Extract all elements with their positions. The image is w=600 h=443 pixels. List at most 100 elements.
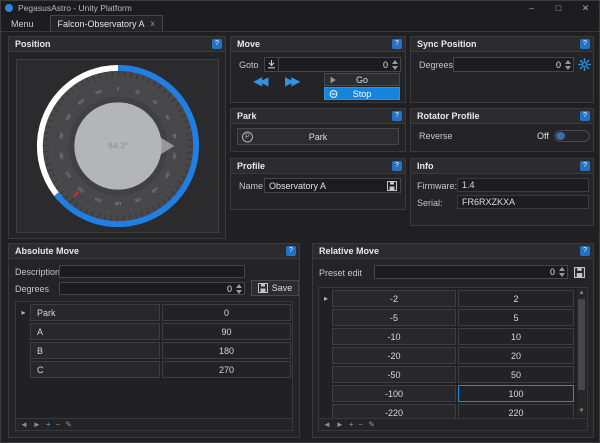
- go-label: Go: [355, 74, 368, 85]
- nav-add-icon[interactable]: +: [349, 420, 354, 429]
- vertical-scrollbar[interactable]: ▲ ▼: [577, 289, 586, 416]
- relative-move-header: Relative Move ?: [313, 244, 593, 259]
- preset-save-icon[interactable]: [574, 267, 585, 278]
- preset-name-cell[interactable]: B: [30, 342, 160, 359]
- help-icon[interactable]: ?: [580, 246, 590, 256]
- description-label: Description: [15, 267, 61, 277]
- nav-add-icon[interactable]: +: [46, 420, 51, 429]
- go-button[interactable]: Go: [324, 73, 400, 86]
- firmware-value: 1.4: [462, 180, 475, 190]
- abs-degrees-input[interactable]: 0: [59, 282, 245, 295]
- profile-name-input[interactable]: Observatory A: [264, 178, 401, 193]
- park-button[interactable]: P Park: [237, 128, 399, 145]
- abs-degrees-spinner[interactable]: [236, 283, 242, 294]
- preset-value-cell[interactable]: 0: [162, 304, 291, 321]
- table-row[interactable]: A 90: [17, 323, 291, 340]
- goto-input[interactable]: 0: [264, 57, 401, 72]
- absolute-presets-table: ▸ Park 0 A 90 B 180 C 270 ◄ ► + − ✎: [15, 301, 293, 431]
- application-window: PegasusAstro - Unity Platform – □ ✕ Menu…: [0, 0, 600, 443]
- table-row[interactable]: C 270: [17, 361, 291, 378]
- preset-name-cell[interactable]: C: [30, 361, 160, 378]
- relative-neg-cell[interactable]: -50: [332, 366, 456, 383]
- tab-menu[interactable]: Menu: [1, 16, 44, 31]
- help-icon[interactable]: ?: [212, 39, 222, 49]
- relative-pos-cell[interactable]: 20: [458, 347, 574, 364]
- relative-pos-cell[interactable]: 50: [458, 366, 574, 383]
- stop-button[interactable]: Stop: [324, 87, 400, 100]
- preset-value-cell[interactable]: 90: [162, 323, 291, 340]
- table-row[interactable]: -20 20: [320, 347, 574, 364]
- profile-save-icon[interactable]: [387, 180, 400, 191]
- help-icon[interactable]: ?: [392, 39, 402, 49]
- go-icon: [329, 76, 337, 84]
- nav-prev-icon[interactable]: ◄: [323, 420, 331, 429]
- help-icon[interactable]: ?: [580, 39, 590, 49]
- preset-edit-value: 0: [549, 267, 555, 277]
- tab-strip: Menu Falcon-Observatory A x: [1, 15, 599, 32]
- save-button[interactable]: Save: [251, 280, 299, 296]
- reverse-toggle[interactable]: [554, 130, 590, 142]
- relative-neg-cell[interactable]: -10: [332, 328, 456, 345]
- table-row[interactable]: B 180: [17, 342, 291, 359]
- relative-pos-cell[interactable]: 2: [458, 290, 574, 307]
- nav-next-icon[interactable]: ►: [336, 420, 344, 429]
- table-row[interactable]: -100 100: [320, 385, 574, 402]
- goto-spinner[interactable]: [392, 59, 398, 70]
- sync-gear-icon[interactable]: [578, 58, 591, 71]
- sync-degrees-input[interactable]: 0: [453, 57, 574, 72]
- firmware-label: Firmware:: [417, 181, 457, 191]
- preset-value-cell[interactable]: 270: [162, 361, 291, 378]
- panel-title: Move: [237, 39, 261, 49]
- help-icon[interactable]: ?: [580, 161, 590, 171]
- fast-left-icon[interactable]: ◀◀: [253, 74, 269, 88]
- goto-target-icon[interactable]: [265, 58, 279, 71]
- scroll-down-icon[interactable]: ▼: [577, 407, 586, 416]
- table-row[interactable]: -5 5: [320, 309, 574, 326]
- relative-neg-cell[interactable]: -2: [332, 290, 456, 307]
- nav-edit-icon[interactable]: ✎: [65, 420, 72, 429]
- relative-pos-cell[interactable]: 5: [458, 309, 574, 326]
- help-icon[interactable]: ?: [392, 161, 402, 171]
- rotator-dial[interactable]: 0204060801001201401601802002202402602803…: [34, 62, 202, 230]
- preset-value-cell[interactable]: 180: [162, 342, 291, 359]
- scrollbar-thumb[interactable]: [578, 299, 585, 391]
- relative-pos-cell-focused[interactable]: 100: [458, 385, 574, 402]
- nav-edit-icon[interactable]: ✎: [368, 420, 375, 429]
- table-row[interactable]: ▸ -2 2: [320, 290, 574, 307]
- relative-pos-cell[interactable]: 10: [458, 328, 574, 345]
- record-marker-icon: ▸: [21, 308, 26, 317]
- minimize-button[interactable]: –: [518, 1, 545, 15]
- tab-falcon-observatory[interactable]: Falcon-Observatory A x: [49, 15, 163, 31]
- sync-panel-header: Sync Position ?: [411, 37, 593, 52]
- relative-neg-cell[interactable]: -5: [332, 309, 456, 326]
- maximize-button[interactable]: □: [545, 1, 572, 15]
- nav-next-icon[interactable]: ►: [33, 420, 41, 429]
- save-floppy-icon: [257, 283, 268, 293]
- goto-value: 0: [382, 59, 388, 70]
- help-icon[interactable]: ?: [286, 246, 296, 256]
- help-icon[interactable]: ?: [392, 111, 402, 121]
- table-row[interactable]: ▸ Park 0: [17, 304, 291, 321]
- nav-remove-icon[interactable]: −: [359, 420, 364, 429]
- description-input[interactable]: [59, 265, 245, 278]
- relative-neg-cell[interactable]: -100: [332, 385, 456, 402]
- preset-edit-input[interactable]: 0: [374, 265, 568, 279]
- sync-degrees-spinner[interactable]: [565, 59, 571, 70]
- abs-degrees-value: 0: [226, 283, 232, 294]
- relative-neg-cell[interactable]: -20: [332, 347, 456, 364]
- nav-prev-icon[interactable]: ◄: [20, 420, 28, 429]
- scroll-up-icon[interactable]: ▲: [577, 289, 586, 298]
- absolute-move-panel: Absolute Move ? Description Degrees 0 Sa…: [8, 243, 300, 438]
- close-button[interactable]: ✕: [572, 1, 599, 15]
- relative-presets-table: ▸ -2 2 -5 5 -10 10 -20 20 -50 50 -100 10…: [318, 287, 588, 431]
- record-navigator: ◄ ► + − ✎: [16, 418, 292, 430]
- preset-name-cell[interactable]: Park: [30, 304, 160, 321]
- preset-edit-spinner[interactable]: [559, 267, 565, 277]
- table-row[interactable]: -10 10: [320, 328, 574, 345]
- fast-right-icon[interactable]: ▶▶: [285, 74, 301, 88]
- help-icon[interactable]: ?: [580, 111, 590, 121]
- tab-close-icon[interactable]: x: [151, 19, 155, 28]
- table-row[interactable]: -50 50: [320, 366, 574, 383]
- preset-name-cell[interactable]: A: [30, 323, 160, 340]
- nav-remove-icon[interactable]: −: [56, 420, 61, 429]
